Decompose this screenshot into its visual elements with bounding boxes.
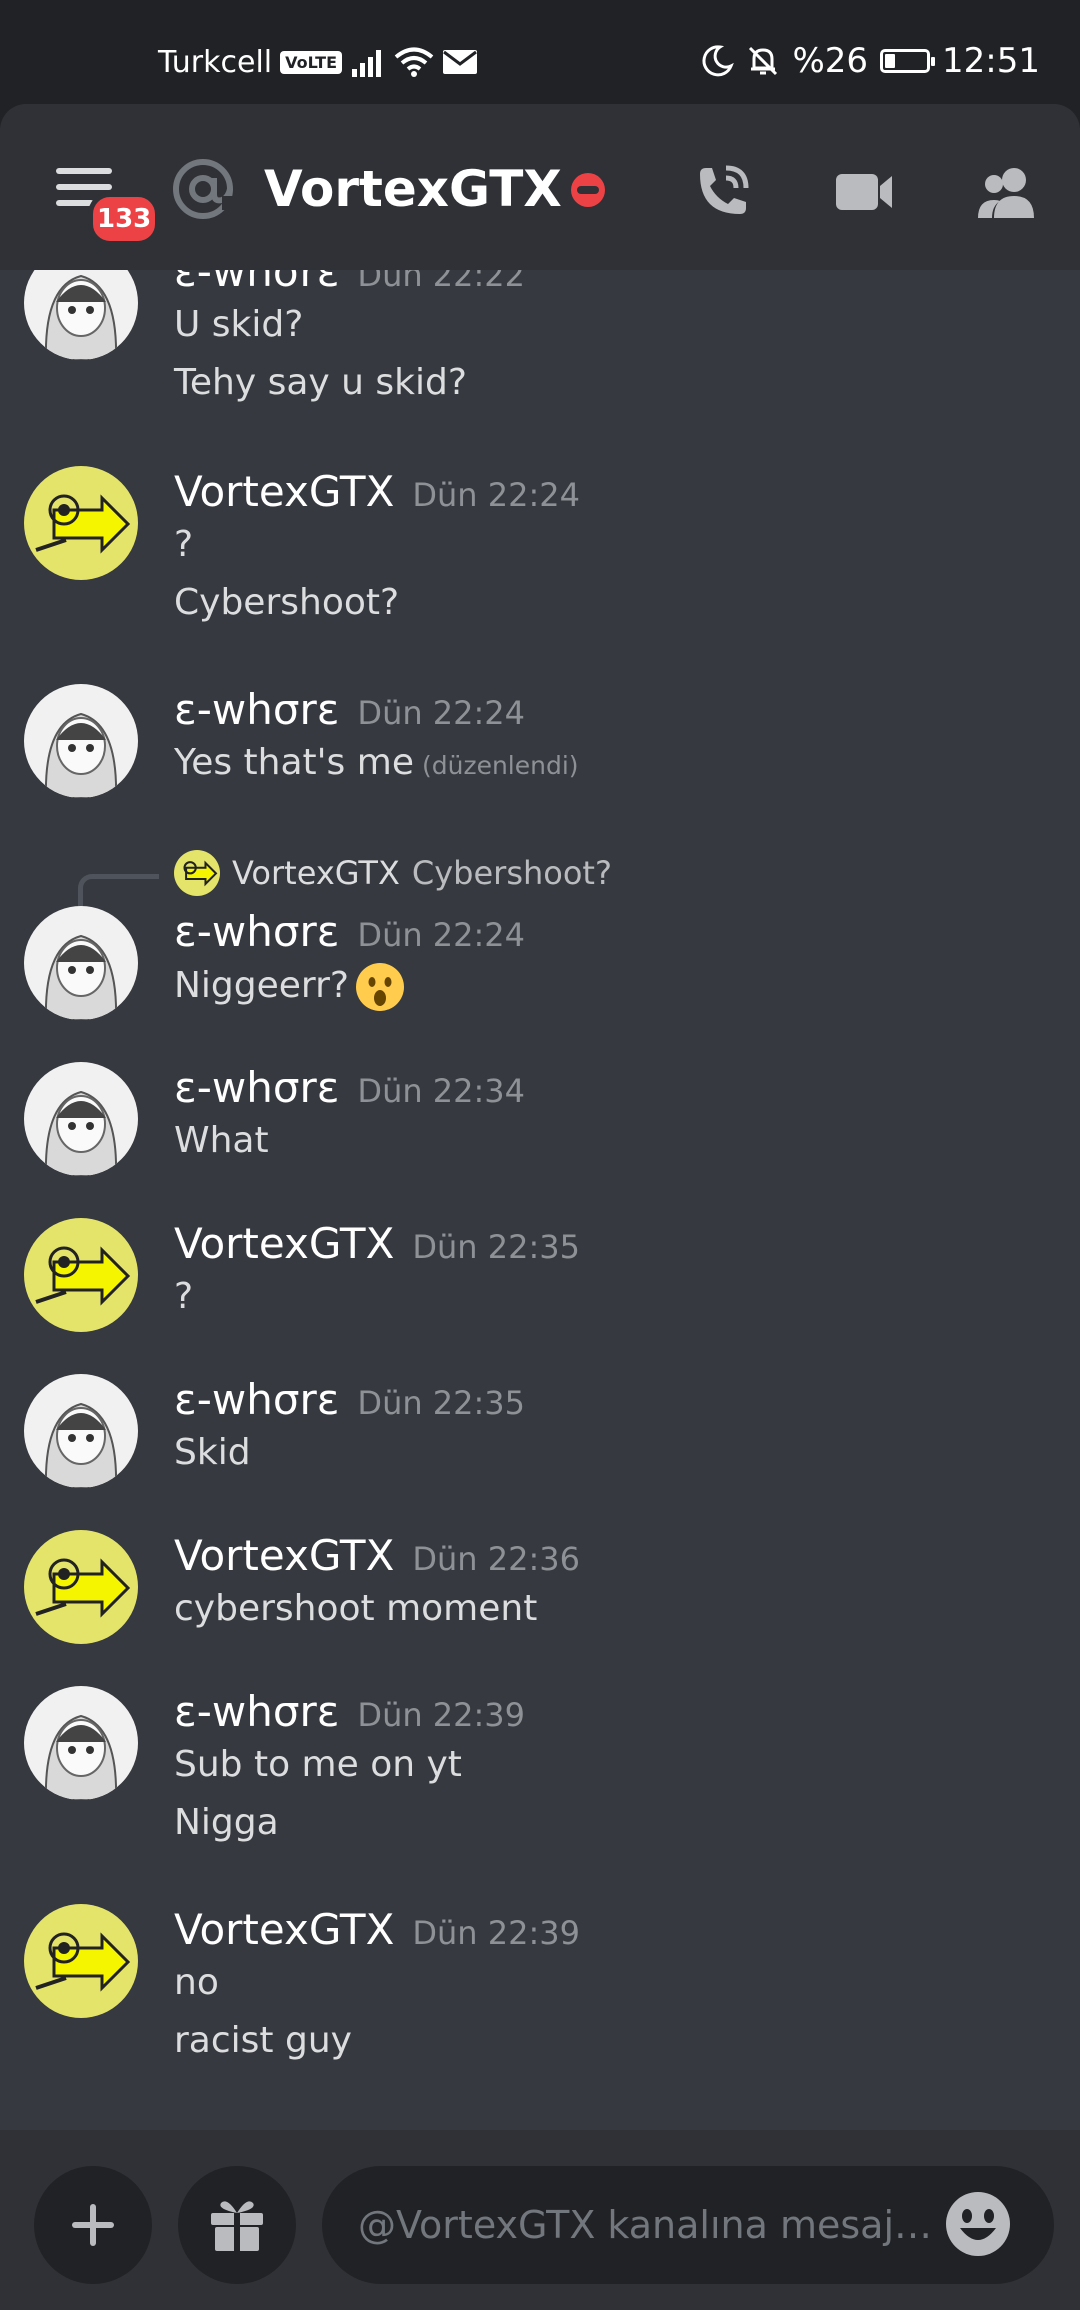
message-input-placeholder: @VortexGTX kanalına mesaj g... [358, 2203, 944, 2247]
message-author[interactable]: VortexGTX Dün 22:36 [174, 1530, 580, 1585]
message-timestamp: Dün 22:24 [412, 475, 580, 514]
edited-label: (düzenlendi) [421, 751, 579, 780]
wifi-icon [394, 47, 434, 77]
avatar[interactable] [24, 466, 138, 580]
message-timestamp: Dün 22:24 [357, 915, 526, 954]
message-timestamp: Dün 22:39 [412, 1913, 580, 1952]
channel-title[interactable]: VortexGTX [264, 156, 562, 222]
avatar[interactable] [24, 1686, 138, 1800]
avatar[interactable] [24, 1062, 138, 1176]
message-timestamp: Dün 22:36 [412, 1539, 580, 1578]
moon-icon [702, 45, 735, 77]
message-author[interactable]: VortexGTX Dün 22:39 [174, 1904, 580, 1959]
mail-icon [443, 50, 478, 74]
message-timestamp: Dün 22:35 [357, 1383, 526, 1422]
plus-icon [72, 2204, 114, 2246]
dnd-status-icon [571, 173, 605, 207]
message-text: ? [174, 524, 194, 565]
avatar[interactable] [24, 1374, 138, 1488]
message-author[interactable]: ɛ-whσrɛ Dün 22:24 [174, 684, 525, 739]
message-text: racist guy [174, 2020, 352, 2061]
avatar[interactable] [24, 684, 138, 798]
unread-badge: 133 [88, 192, 161, 246]
composer-bar: @VortexGTX kanalına mesaj g... [0, 2130, 1080, 2310]
reply-preview[interactable]: VortexGTX Cybershoot? [174, 848, 612, 898]
message-text: Nigga [174, 1802, 279, 1843]
message-text: cybershoot moment [174, 1588, 538, 1629]
avatar[interactable] [24, 1218, 138, 1332]
clock: 12:51 [942, 41, 1040, 81]
voice-call-icon[interactable] [690, 160, 754, 224]
battery-percent: %26 [792, 41, 869, 81]
message-timestamp: Dün 22:34 [357, 1071, 526, 1110]
message-timestamp: Dün 22:24 [357, 693, 526, 732]
message-text: Yes that's me (düzenlendi) [174, 742, 579, 783]
avatar[interactable] [24, 1530, 138, 1644]
channel-header: 133 VortexGTX [0, 104, 1080, 270]
volte-badge: VoLTE [280, 50, 343, 74]
message-author[interactable]: VortexGTX Dün 22:35 [174, 1218, 580, 1273]
reply-connector [78, 874, 159, 911]
signal-icon [352, 50, 382, 77]
at-icon [173, 159, 234, 219]
members-icon[interactable] [974, 160, 1038, 224]
message-input[interactable]: @VortexGTX kanalına mesaj g... [322, 2166, 1054, 2284]
message-text: What [174, 1120, 269, 1161]
avatar[interactable] [24, 1904, 138, 2018]
message-text: Tehy say u skid? [174, 362, 467, 403]
attach-button[interactable] [34, 2166, 152, 2284]
video-call-icon[interactable] [832, 160, 896, 224]
reply-text: Cybershoot? [411, 854, 612, 892]
message-text: Niggeerr? [174, 962, 405, 1012]
hushed-face-emoji [356, 963, 405, 1011]
avatar[interactable] [24, 906, 138, 1020]
message-author[interactable]: ɛ-whσrɛ Dün 22:35 [174, 1374, 525, 1429]
message-list[interactable]: ɛ-whσrɛ Dün 22:22 U skid? Tehy say u skid… [0, 270, 1080, 2130]
message-author[interactable]: ɛ-whσrɛ Dün 22:34 [174, 1062, 525, 1117]
message-text: Sub to me on yt [174, 1744, 462, 1785]
status-bar-left: Turkcell VoLTE [158, 42, 478, 82]
carrier-label: Turkcell [158, 44, 273, 80]
emoji-icon[interactable] [942, 2188, 1014, 2260]
reply-author: VortexGTX [232, 854, 400, 892]
reply-avatar [174, 850, 220, 896]
avatar[interactable] [24, 270, 138, 360]
message-author[interactable]: VortexGTX Dün 22:24 [174, 466, 580, 521]
message-text: U skid? [174, 304, 304, 345]
battery-icon [880, 49, 936, 73]
message-text: ? [174, 1276, 194, 1317]
message-text: Cybershoot? [174, 582, 400, 623]
message-text: Skid [174, 1432, 251, 1473]
message-author[interactable]: ɛ-whσrɛ Dün 22:24 [174, 906, 525, 961]
bell-off-icon [749, 46, 778, 76]
message-timestamp: Dün 22:39 [357, 1695, 526, 1734]
channel-name: VortexGTX [264, 160, 562, 218]
message-timestamp: Dün 22:22 [357, 270, 526, 294]
status-bar-right: %26 12:51 [700, 38, 1040, 84]
gift-button[interactable] [178, 2166, 296, 2284]
message-author[interactable]: ɛ-whσrɛ Dün 22:22 [174, 270, 525, 301]
message-timestamp: Dün 22:35 [412, 1227, 580, 1266]
status-bar: Turkcell VoLTE %26 12:51 [0, 0, 1080, 104]
message-author[interactable]: ɛ-whσrɛ Dün 22:39 [174, 1686, 525, 1741]
message-text: no [174, 1962, 219, 2003]
gift-icon [211, 2201, 263, 2251]
channel-header-inner: 133 VortexGTX [0, 104, 1080, 270]
